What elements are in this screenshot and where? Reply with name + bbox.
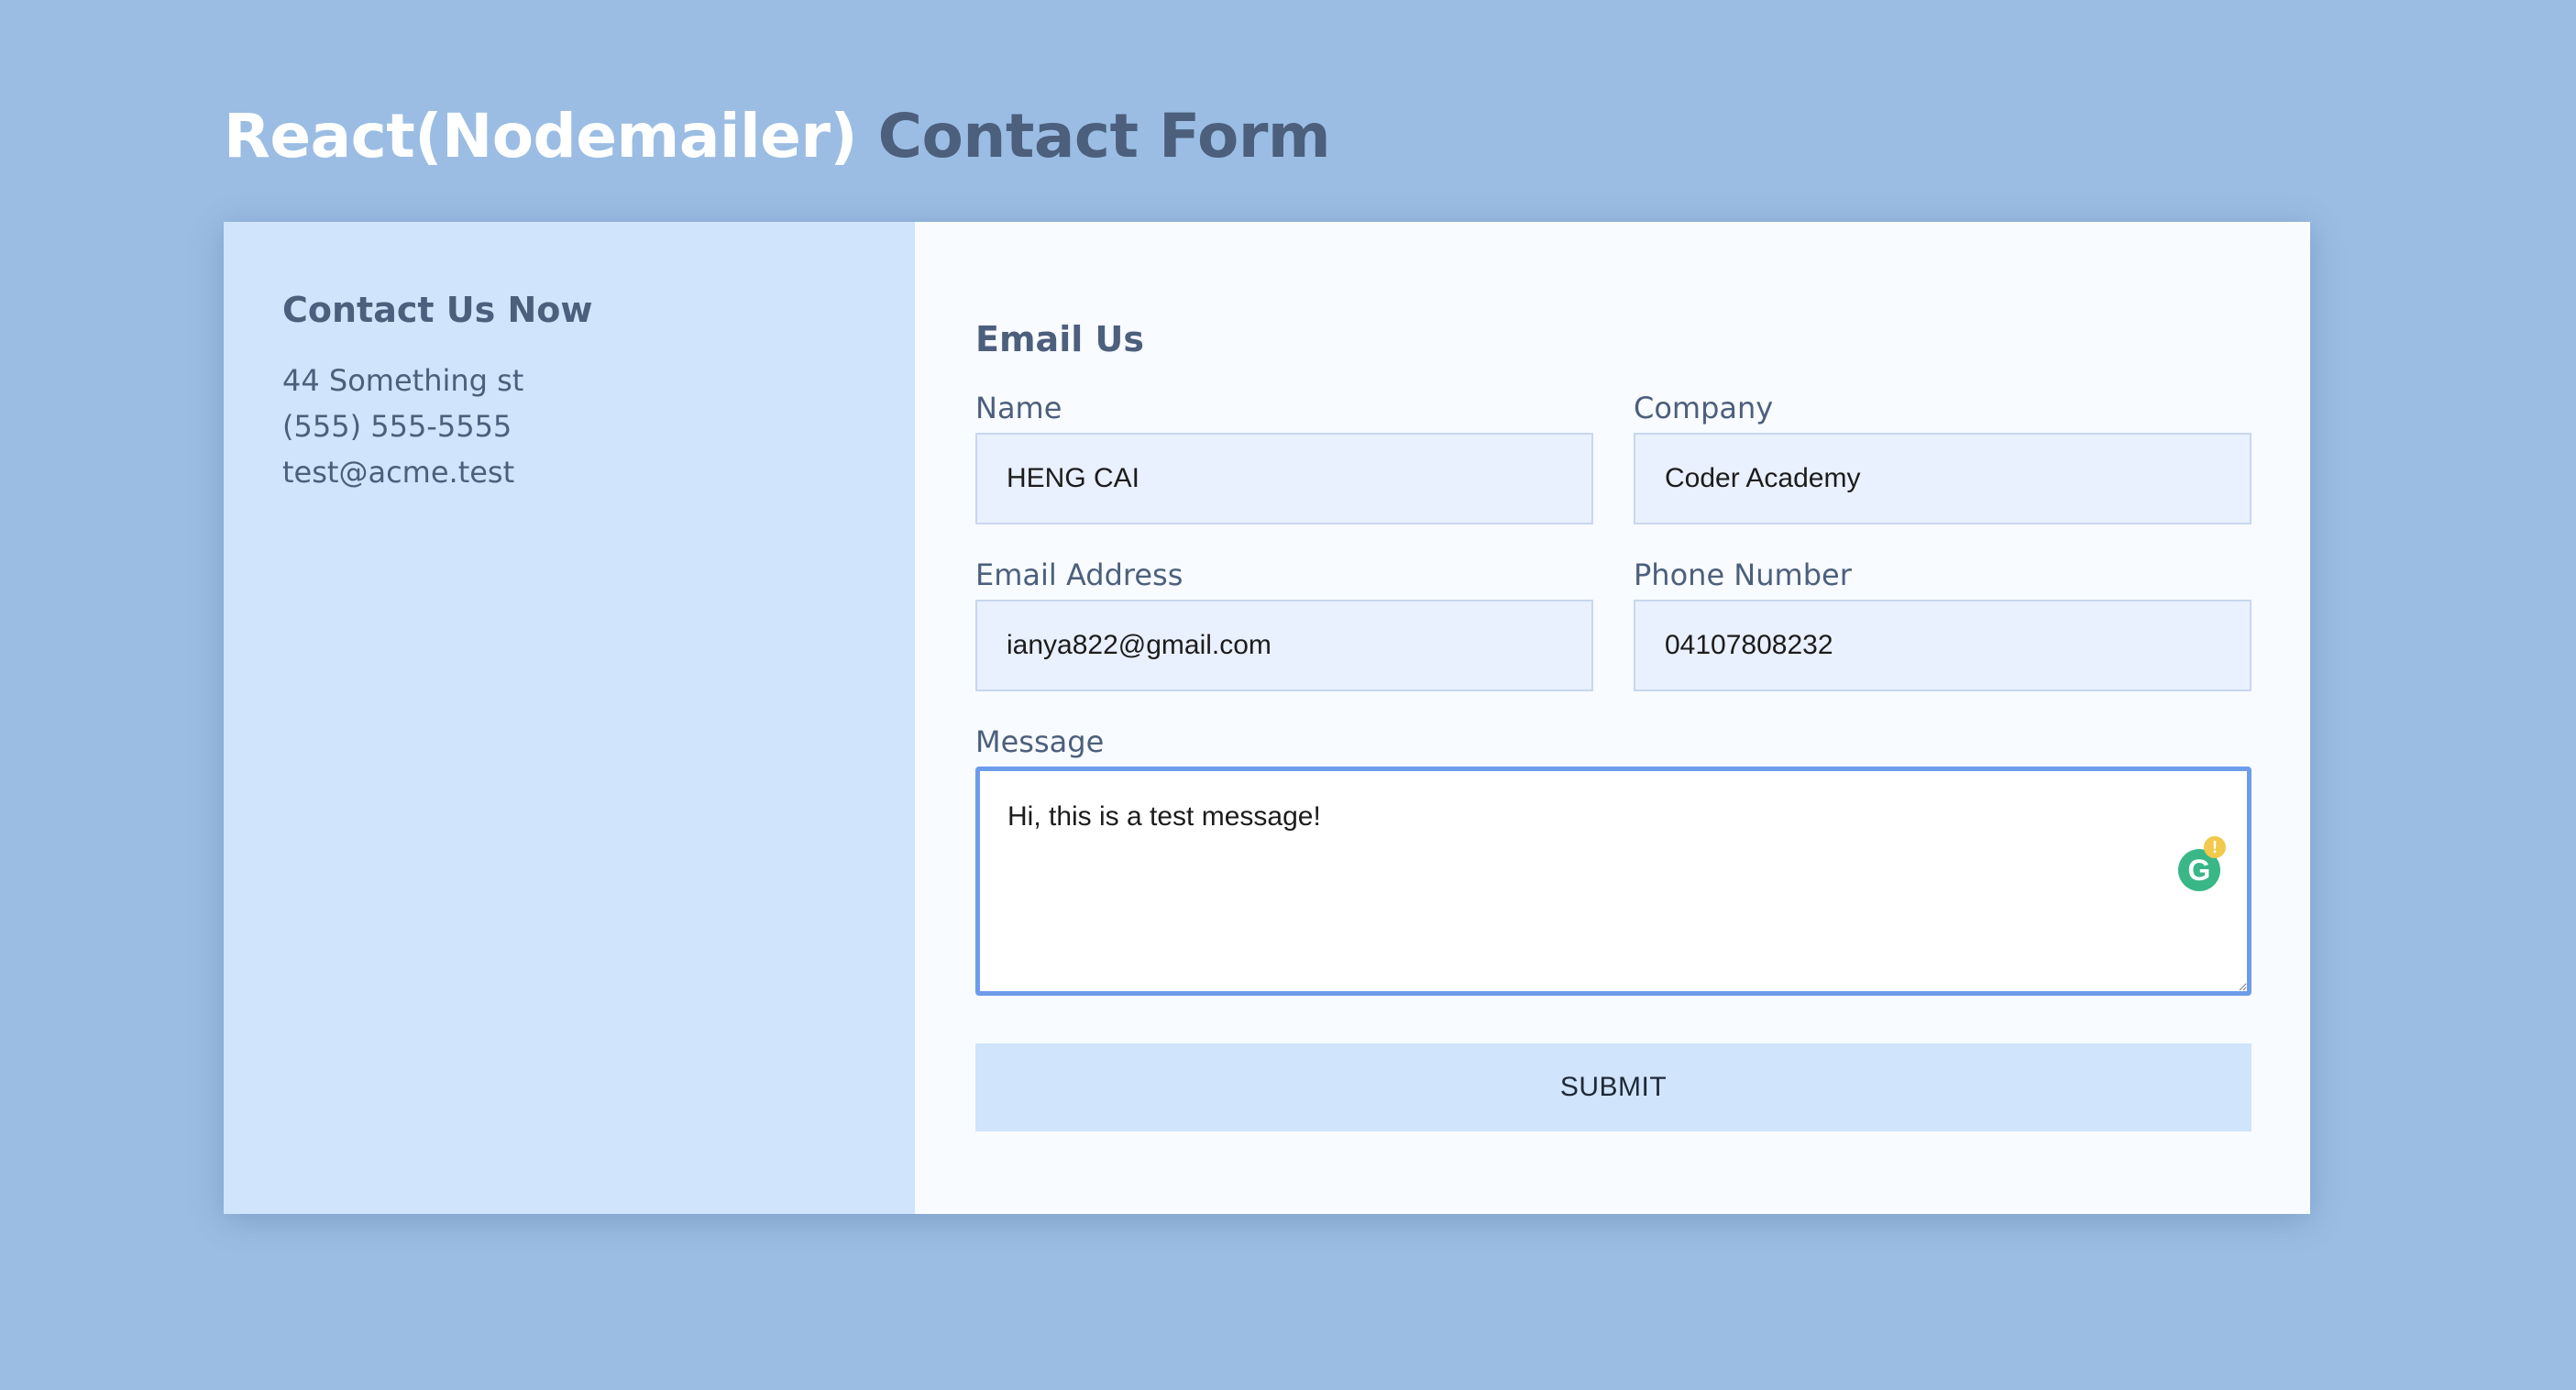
company-field-group: Company [1634,389,2251,524]
contact-card: Contact Us Now 44 Something st (555) 555… [224,222,2310,1214]
contact-email: test@acme.test [282,455,515,490]
email-form-panel: Email Us Name Company Email Address Phon… [915,222,2310,1214]
email-input[interactable] [975,600,1593,691]
submit-button[interactable]: SUBMIT [975,1043,2251,1131]
email-field-group: Email Address [975,556,1593,691]
company-label: Company [1634,391,1774,425]
phone-input[interactable] [1634,600,2251,691]
name-label: Name [975,391,1062,425]
page-title-secondary: Contact Form [877,101,1331,171]
contact-info-list: 44 Something st (555) 555-5555 test@acme… [282,358,856,495]
message-field-group: Message Hi, this is a test message! G ! [975,723,2251,996]
message-label: Message [975,724,1105,759]
contact-info-heading: Contact Us Now [282,290,593,330]
company-input[interactable] [1634,433,2251,524]
form-row-email-phone: Email Address Phone Number [975,556,2251,691]
name-input[interactable] [975,433,1593,524]
email-label: Email Address [975,557,1183,592]
message-textarea[interactable]: Hi, this is a test message! [975,767,2251,996]
page-title-primary: React(Nodemailer) [224,101,858,171]
contact-phone: (555) 555-5555 [282,409,512,444]
grammar-alert-icon: ! [2204,836,2226,858]
contact-info-panel: Contact Us Now 44 Something st (555) 555… [224,222,915,1214]
name-field-group: Name [975,389,1593,524]
email-form-heading: Email Us [975,319,1144,359]
contact-address: 44 Something st [282,363,524,398]
page-title: React(Nodemailer) Contact Form [224,95,1331,178]
form-row-name-company: Name Company [975,389,2251,524]
phone-field-group: Phone Number [1634,556,2251,691]
phone-label: Phone Number [1634,557,1852,592]
